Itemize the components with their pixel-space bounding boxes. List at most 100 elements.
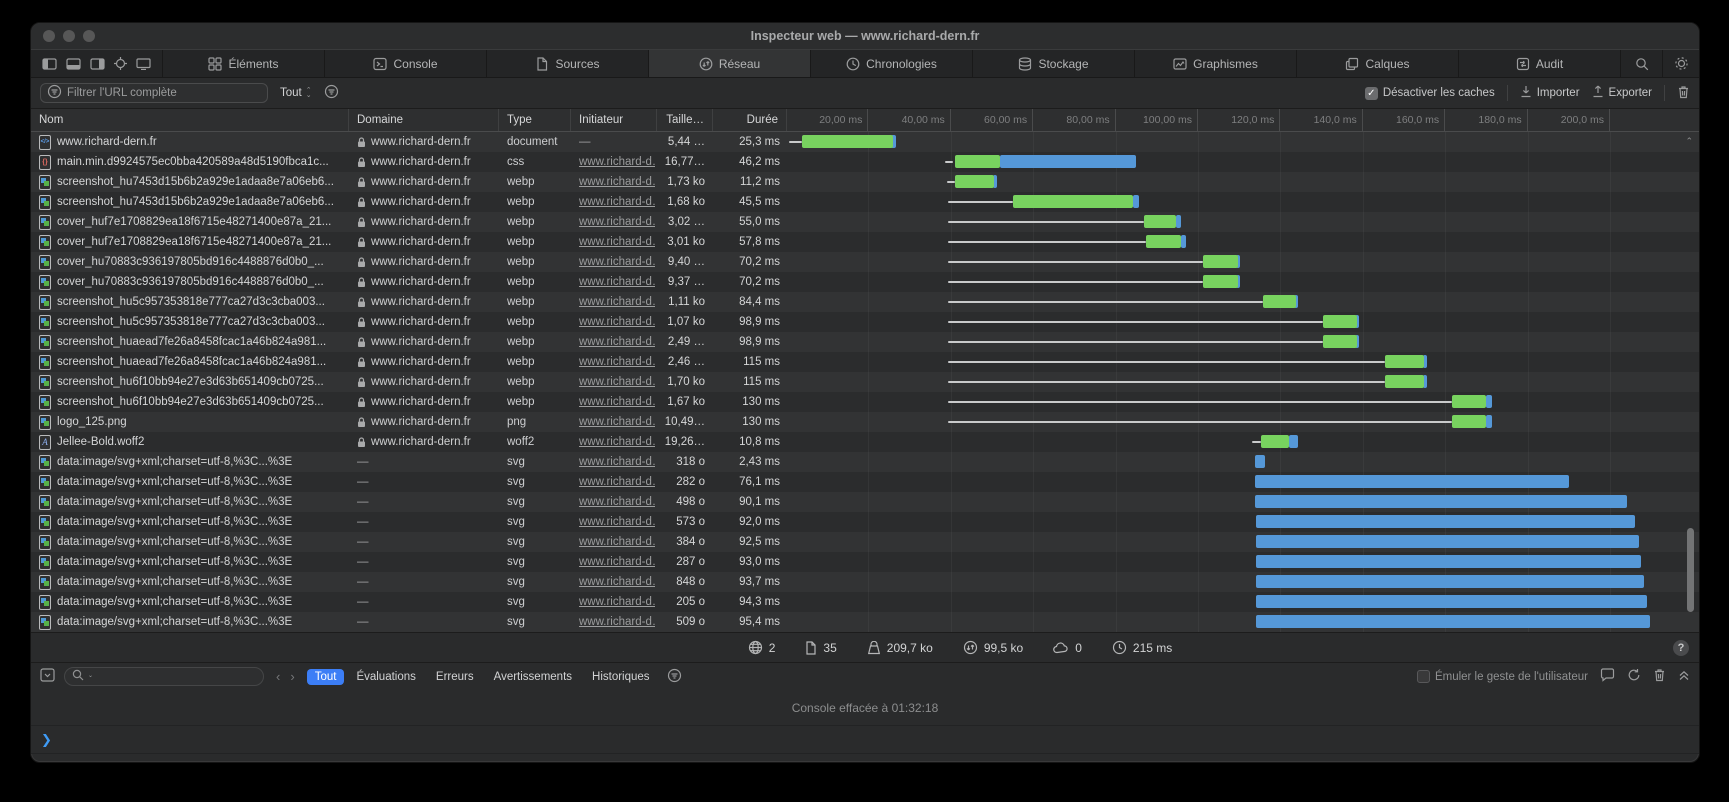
disable-caches-checkbox[interactable]: ✓ Désactiver les caches [1365, 87, 1495, 100]
waiting-bar[interactable] [1203, 255, 1237, 268]
table-row[interactable]: cover_hu70883c936197805bd916c4488876d0b0… [31, 272, 1699, 292]
help-button[interactable]: ? [1673, 640, 1689, 656]
table-row[interactable]: data:image/svg+xml;charset=utf-8,%3C...%… [31, 492, 1699, 512]
settings-gear-button[interactable] [1663, 50, 1699, 77]
initiator-link[interactable]: www.richard-d… [579, 596, 655, 608]
tab-reseau[interactable]: Réseau [649, 50, 811, 77]
table-row[interactable]: cover_huf7e1708829ea18f6715e48271400e87a… [31, 232, 1699, 252]
latency-line[interactable] [947, 181, 955, 183]
resource-type-dropdown[interactable]: Tout ⌃⌄ [280, 87, 312, 99]
table-row[interactable]: screenshot_hu6f10bb94e27e3d63b651409cb07… [31, 392, 1699, 412]
search-button[interactable] [1621, 50, 1663, 77]
table-row[interactable]: screenshot_hu7453d15b6b2a929e1adaa8e7a06… [31, 172, 1699, 192]
download-bar[interactable] [1256, 575, 1645, 588]
column-header-nom[interactable]: Nom [31, 109, 349, 131]
table-row[interactable]: screenshot_hu6f10bb94e27e3d63b651409cb07… [31, 372, 1699, 392]
initiator-link[interactable]: www.richard-d… [579, 336, 655, 348]
download-bar[interactable] [1256, 515, 1635, 528]
download-bar[interactable] [1289, 435, 1297, 448]
initiator-link[interactable]: www.richard-d… [579, 316, 655, 328]
column-header-domaine[interactable]: Domaine [349, 109, 499, 131]
table-row[interactable]: data:image/svg+xml;charset=utf-8,%3C...%… [31, 452, 1699, 472]
waiting-bar[interactable] [1261, 435, 1289, 448]
column-header-duree[interactable]: Durée [713, 109, 787, 131]
tab-stockage[interactable]: Stockage [973, 50, 1135, 77]
waiting-bar[interactable] [1144, 215, 1175, 228]
download-bar[interactable] [1255, 495, 1627, 508]
download-bar[interactable] [1255, 475, 1569, 488]
latency-line[interactable] [948, 381, 1385, 383]
table-row[interactable]: data:image/svg+xml;charset=utf-8,%3C...%… [31, 592, 1699, 612]
vertical-scrollbar-thumb[interactable] [1687, 528, 1694, 612]
initiator-link[interactable]: www.richard-d… [579, 296, 655, 308]
console-search-input[interactable]: ⌄ [64, 667, 264, 686]
tab-console[interactable]: Console [325, 50, 487, 77]
latency-line[interactable] [948, 241, 1146, 243]
latency-line[interactable] [948, 321, 1323, 323]
table-row[interactable]: data:image/svg+xml;charset=utf-8,%3C...%… [31, 612, 1699, 632]
initiator-link[interactable]: www.richard-d… [579, 496, 655, 508]
table-row[interactable]: screenshot_hu5c957353818e777ca27d3c3cba0… [31, 312, 1699, 332]
latency-line[interactable] [945, 161, 953, 163]
download-bar[interactable] [1255, 455, 1265, 468]
dock-right-icon[interactable] [90, 58, 105, 70]
console-scope-historiques[interactable]: Historiques [584, 669, 658, 685]
console-drawer-icon[interactable] [40, 668, 55, 685]
latency-line[interactable] [948, 401, 1452, 403]
download-bar[interactable] [1176, 215, 1181, 228]
waiting-bar[interactable] [1203, 275, 1237, 288]
previous-result-button[interactable]: ‹ [276, 669, 280, 684]
initiator-link[interactable]: www.richard-d… [579, 276, 655, 288]
waiting-bar[interactable] [1146, 235, 1181, 248]
table-row[interactable]: screenshot_hu5c957353818e777ca27d3c3cba0… [31, 292, 1699, 312]
table-row[interactable]: logo_125.pngwww.richard-dern.frpngwww.ri… [31, 412, 1699, 432]
initiator-link[interactable]: www.richard-d… [579, 356, 655, 368]
waiting-bar[interactable] [1452, 415, 1487, 428]
waiting-bar[interactable] [1385, 375, 1424, 388]
initiator-link[interactable]: www.richard-d… [579, 176, 655, 188]
dock-bottom-icon[interactable] [66, 58, 81, 70]
latency-line[interactable] [948, 221, 1145, 223]
device-icon[interactable] [136, 58, 151, 70]
url-filter-input[interactable]: Filtrer l'URL complète [40, 83, 268, 103]
console-scope-avertissements[interactable]: Avertissements [486, 669, 580, 685]
download-bar[interactable] [1256, 535, 1639, 548]
download-bar[interactable] [1256, 595, 1647, 608]
table-row[interactable]: screenshot_hu7453d15b6b2a929e1adaa8e7a06… [31, 192, 1699, 212]
latency-line[interactable] [948, 361, 1385, 363]
table-row[interactable]: screenshot_huaead7fe26a8458fcac1a46b824a… [31, 352, 1699, 372]
export-button[interactable]: Exporter [1592, 85, 1652, 101]
download-bar[interactable] [1181, 235, 1187, 248]
tab-graphismes[interactable]: Graphismes [1135, 50, 1297, 77]
table-row[interactable]: data:image/svg+xml;charset=utf-8,%3C...%… [31, 572, 1699, 592]
latency-line[interactable] [948, 201, 1013, 203]
initiator-link[interactable]: www.richard-d… [579, 156, 655, 168]
tab-elements[interactable]: Éléments [163, 50, 325, 77]
latency-line[interactable] [948, 261, 1203, 263]
initiator-link[interactable]: www.richard-d… [579, 456, 655, 468]
waiting-bar[interactable] [802, 135, 893, 148]
console-scope-erreurs[interactable]: Erreurs [428, 669, 482, 685]
filter-circle-icon[interactable] [667, 668, 682, 686]
column-header-taille[interactable]: Taille… [657, 109, 713, 131]
table-row[interactable]: cover_huf7e1708829ea18f6715e48271400e87a… [31, 212, 1699, 232]
table-row[interactable]: </>www.richard-dern.frwww.richard-dern.f… [31, 132, 1699, 152]
table-row[interactable]: data:image/svg+xml;charset=utf-8,%3C...%… [31, 512, 1699, 532]
speech-bubble-icon[interactable] [1600, 668, 1615, 685]
tab-audit[interactable]: Audit [1459, 50, 1621, 77]
waiting-bar[interactable] [1263, 295, 1296, 308]
download-bar[interactable] [1256, 555, 1642, 568]
latency-line[interactable] [789, 141, 802, 143]
refresh-icon[interactable] [1627, 668, 1641, 685]
initiator-link[interactable]: www.richard-d… [579, 536, 655, 548]
download-bar[interactable] [1486, 395, 1492, 408]
close-window-button[interactable] [43, 30, 55, 42]
table-row[interactable]: data:image/svg+xml;charset=utf-8,%3C...%… [31, 472, 1699, 492]
table-row[interactable]: {}main.min.d9924575ec0bba420589a48d5190f… [31, 152, 1699, 172]
table-row[interactable]: screenshot_huaead7fe26a8458fcac1a46b824a… [31, 332, 1699, 352]
import-button[interactable]: Importer [1520, 85, 1580, 101]
waiting-bar[interactable] [955, 155, 1000, 168]
initiator-link[interactable]: www.richard-d… [579, 216, 655, 228]
console-scope-evaluations[interactable]: Évaluations [348, 669, 423, 685]
initiator-link[interactable]: www.richard-d… [579, 396, 655, 408]
